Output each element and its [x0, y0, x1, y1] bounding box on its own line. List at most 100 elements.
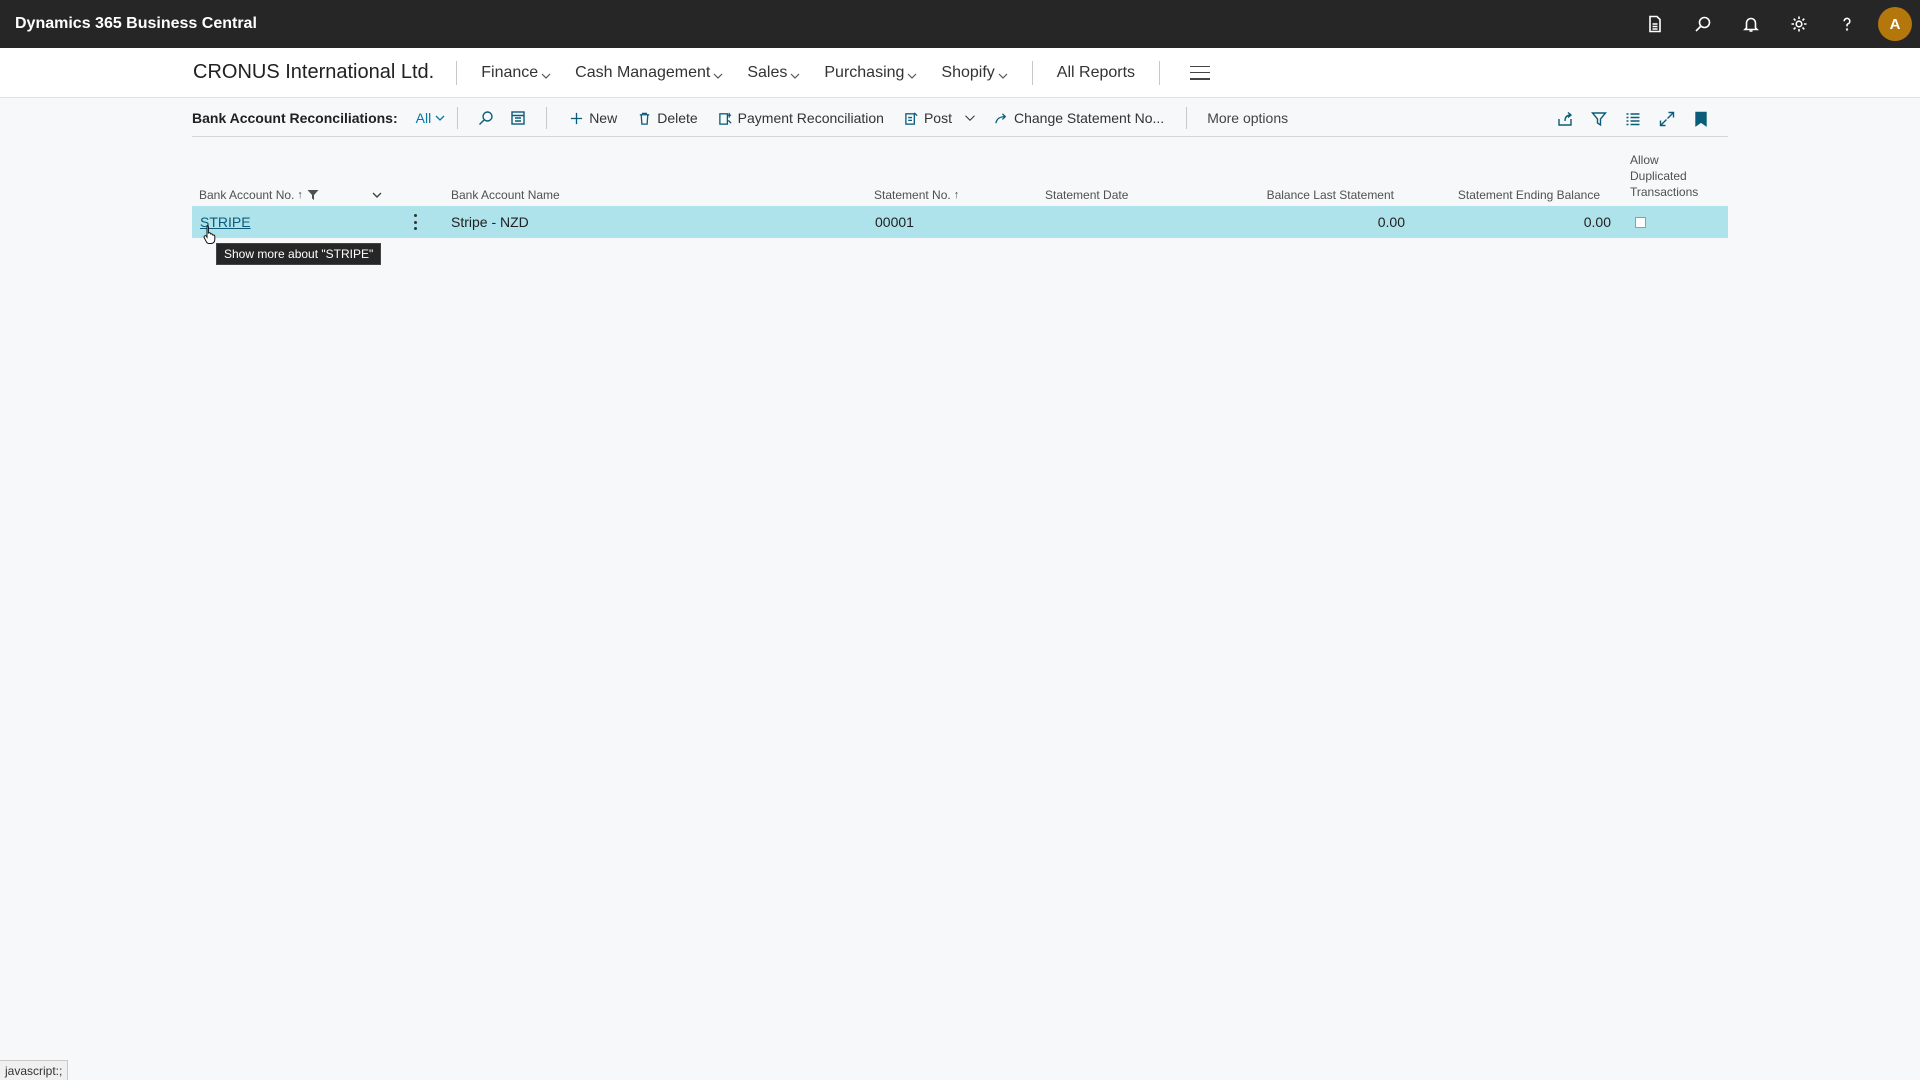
top-bar-icons: A: [1631, 0, 1912, 48]
browser-status-bar: javascript:;: [0, 1060, 69, 1080]
nav-menu-label: Shopify: [941, 63, 995, 81]
more-options-button[interactable]: More options: [1199, 110, 1296, 126]
action-bar-divider: [546, 107, 548, 129]
delete-button-label: Delete: [657, 110, 698, 126]
chevron-down-icon: [965, 115, 975, 121]
payment-reconciliation-button[interactable]: Payment Reconciliation: [708, 110, 894, 126]
statement-ending-balance-cell[interactable]: 0.00: [1584, 206, 1611, 238]
change-statement-no-button[interactable]: Change Statement No...: [984, 110, 1174, 126]
delete-button[interactable]: Delete: [627, 110, 707, 126]
navigation-bar: CRONUS International Ltd. Finance Cash M…: [0, 48, 1920, 98]
column-header-statement-date[interactable]: Statement Date: [1045, 188, 1128, 202]
nav-menu-label: Sales: [747, 63, 788, 81]
action-bar-right-tools: [1548, 100, 1718, 137]
filter-button[interactable]: [1582, 111, 1616, 127]
column-header-label: Bank Account No.: [199, 188, 295, 202]
column-header-bank-account-no[interactable]: Bank Account No. ↑: [199, 188, 319, 202]
payment-reconciliation-label: Payment Reconciliation: [737, 110, 884, 126]
hamburger-menu-icon[interactable]: [1190, 65, 1211, 80]
allow-duplicated-transactions-checkbox[interactable]: [1635, 217, 1646, 228]
search-icon[interactable]: [1679, 0, 1727, 48]
hand-cursor-icon: [203, 224, 217, 244]
post-button-label: Post: [923, 110, 952, 126]
reconciliations-grid: Bank Account No. ↑ Bank Account Name Sta…: [192, 146, 1728, 238]
post-icon: [905, 111, 918, 125]
action-bar-divider: [457, 107, 459, 129]
nav-all-reports[interactable]: All Reports: [1045, 64, 1147, 82]
tooltip: Show more about "STRIPE": [216, 243, 382, 265]
plus-icon: [571, 112, 583, 124]
post-dropdown-button[interactable]: [956, 112, 984, 124]
share-button[interactable]: [1548, 111, 1582, 127]
column-header-label: Statement Ending Balance: [1457, 188, 1600, 202]
column-header-label: Balance Last Statement: [1266, 188, 1394, 202]
help-icon[interactable]: [1823, 0, 1871, 48]
expand-icon: [1659, 111, 1675, 126]
filter-icon: [1591, 111, 1607, 126]
statement-no-cell[interactable]: 00001: [875, 206, 914, 238]
bookmark-icon: [1695, 111, 1707, 127]
new-button-label: New: [589, 110, 618, 126]
column-header-statement-no[interactable]: Statement No. ↑: [874, 188, 959, 202]
column-options-chevron-icon[interactable]: [372, 189, 382, 199]
bookmark-button[interactable]: [1684, 111, 1718, 127]
app-title[interactable]: Dynamics 365 Business Central: [15, 15, 257, 33]
change-statement-no-label: Change Statement No...: [1013, 110, 1165, 126]
view-selector-label: All: [415, 110, 432, 126]
search-list-button[interactable]: [470, 110, 502, 126]
chevron-down-icon: [907, 68, 917, 79]
chevron-down-icon: [435, 115, 445, 121]
column-header-label-line: Transactions: [1630, 185, 1699, 199]
table-row[interactable]: STRIPE Stripe - NZD 00001 0.00 0.00: [192, 206, 1728, 238]
chevron-down-icon: [541, 68, 551, 79]
expand-button[interactable]: [1650, 111, 1684, 127]
balance-last-statement-cell[interactable]: 0.00: [1378, 206, 1405, 238]
chevron-down-icon: [713, 68, 723, 79]
nav-menu-label: Finance: [481, 63, 539, 81]
column-header-bank-account-name[interactable]: Bank Account Name: [451, 188, 560, 202]
sort-ascending-icon: ↑: [297, 189, 303, 201]
avatar[interactable]: A: [1878, 7, 1912, 41]
nav-menu-cash-management[interactable]: Cash Management: [563, 64, 735, 82]
column-header-label: Statement No.: [874, 188, 951, 202]
nav-menu-purchasing[interactable]: Purchasing: [812, 64, 929, 82]
page-caption: Bank Account Reconciliations:: [192, 110, 398, 126]
edit-list-icon: [511, 111, 525, 125]
filter-icon: [307, 189, 319, 201]
edit-list-button[interactable]: [502, 110, 534, 126]
reconcile-icon: [718, 112, 732, 125]
list-icon: [1626, 112, 1640, 125]
column-header-label: Bank Account Name: [451, 188, 560, 202]
chevron-down-icon: [998, 68, 1008, 79]
nav-menu-shopify[interactable]: Shopify: [929, 64, 1019, 82]
document-icon[interactable]: [1631, 0, 1679, 48]
column-header-label: Statement Date: [1045, 188, 1129, 202]
share-icon: [1558, 111, 1573, 126]
new-button[interactable]: New: [559, 110, 627, 126]
top-bar: Dynamics 365 Business Central A: [0, 0, 1920, 48]
grid-header: Bank Account No. ↑ Bank Account Name Sta…: [192, 146, 1728, 206]
column-header-balance-last-statement[interactable]: Balance Last Statement: [1267, 188, 1394, 202]
nav-menu-label: Purchasing: [824, 63, 905, 81]
nav-divider: [1159, 60, 1161, 85]
column-header-allow-duplicated-transactions[interactable]: Allow Duplicated Transactions: [1630, 152, 1698, 200]
list-view-button[interactable]: [1616, 111, 1650, 127]
arrow-forward-icon: [995, 112, 1007, 123]
nav-menu-finance[interactable]: Finance: [469, 64, 563, 82]
action-bar: Bank Account Reconciliations: All New De…: [192, 100, 1728, 137]
row-actions-menu-icon[interactable]: [412, 214, 418, 230]
gear-icon[interactable]: [1775, 0, 1823, 48]
view-selector[interactable]: All: [416, 110, 446, 126]
company-name[interactable]: CRONUS International Ltd.: [193, 61, 434, 84]
post-button[interactable]: Post: [894, 110, 956, 126]
search-icon: [479, 111, 493, 125]
bell-icon[interactable]: [1727, 0, 1775, 48]
nav-menu-label: Cash Management: [575, 63, 711, 81]
nav-menu-sales[interactable]: Sales: [735, 64, 812, 82]
column-header-statement-ending-balance[interactable]: Statement Ending Balance: [1458, 188, 1600, 202]
column-header-label-line: Duplicated: [1630, 169, 1687, 183]
sort-ascending-icon: ↑: [953, 189, 960, 201]
trash-icon: [640, 112, 650, 125]
bank-account-name-cell[interactable]: Stripe - NZD: [451, 206, 529, 238]
nav-divider: [456, 60, 458, 85]
